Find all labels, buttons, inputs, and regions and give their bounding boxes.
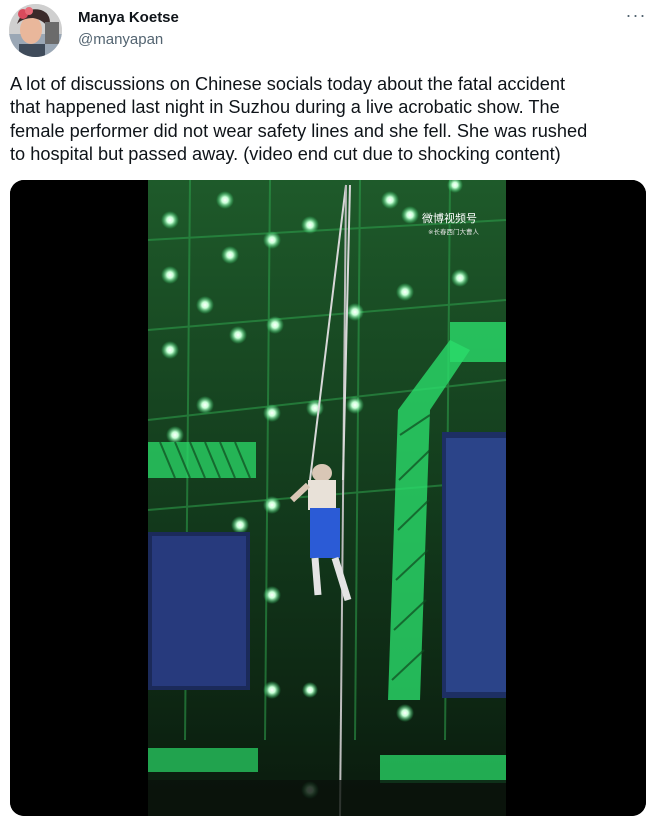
stage-scene — [147, 180, 507, 816]
video-frame — [10, 180, 646, 816]
watermark-text: 微博视频号 — [422, 212, 477, 225]
author-display-name[interactable]: Manya Koetse — [78, 8, 179, 28]
author-handle[interactable]: @manyapan — [78, 30, 163, 50]
more-options-icon[interactable]: ··· — [622, 6, 650, 28]
avatar[interactable] — [9, 4, 62, 57]
tweet-text: A lot of discussions on Chinese socials … — [10, 74, 588, 165]
video-player[interactable]: 微博视频号 ※长春西门大曹人 — [10, 180, 646, 816]
tweet-card: Manya Koetse @manyapan ··· A lot of disc… — [0, 0, 658, 817]
watermark-subtext: ※长春西门大曹人 — [428, 228, 479, 236]
